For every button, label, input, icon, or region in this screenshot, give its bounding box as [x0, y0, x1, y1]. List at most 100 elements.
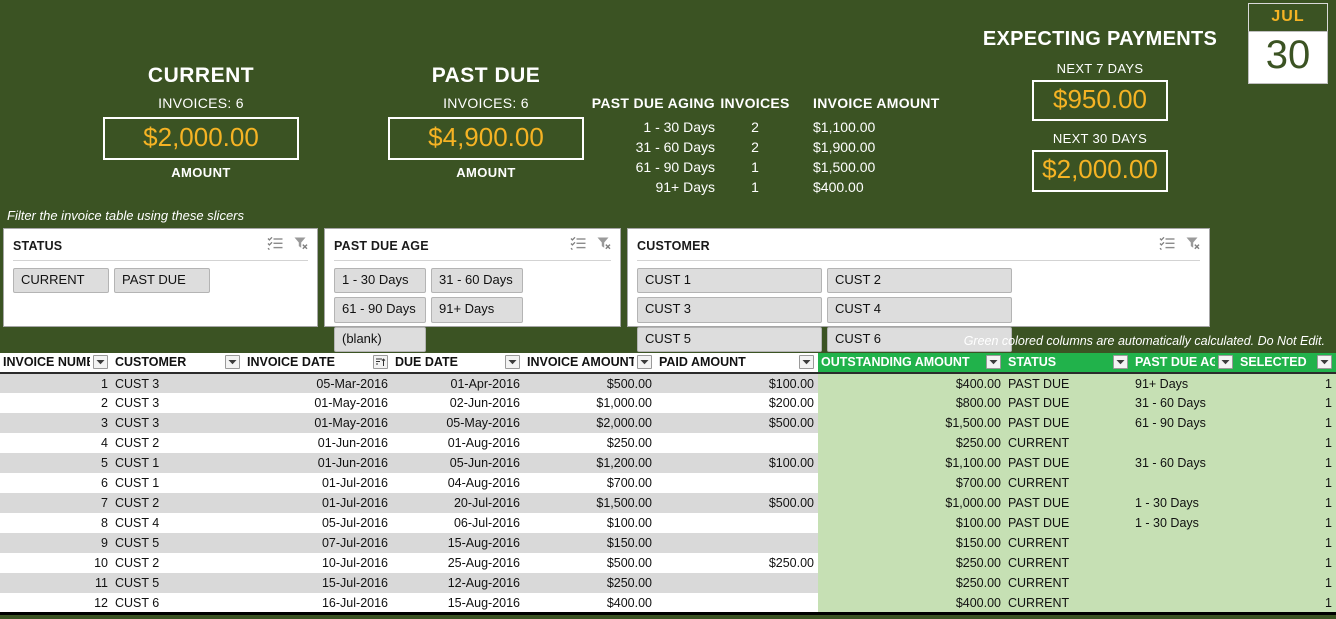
cell-selected[interactable]: 1: [1237, 493, 1336, 513]
cell-outstanding_amount[interactable]: $1,000.00: [818, 493, 1005, 513]
filter-dropdown-icon[interactable]: [1113, 355, 1128, 369]
cell-selected[interactable]: 1: [1237, 573, 1336, 593]
cell-outstanding_amount[interactable]: $150.00: [818, 533, 1005, 553]
cell-paid_amount[interactable]: [656, 513, 818, 533]
cell-invoice_date[interactable]: 07-Jul-2016: [244, 533, 392, 553]
cell-customer[interactable]: CUST 3: [112, 373, 244, 393]
cell-outstanding_amount[interactable]: $250.00: [818, 433, 1005, 453]
slicer-item-past_due_age[interactable]: 1 - 30 Days: [334, 268, 426, 293]
filter-dropdown-icon[interactable]: [986, 355, 1001, 369]
table-row[interactable]: 6CUST 101-Jul-201604-Aug-2016$700.00$700…: [0, 473, 1336, 493]
cell-status[interactable]: PAST DUE: [1005, 393, 1132, 413]
cell-invoice_amount[interactable]: $1,200.00: [524, 453, 656, 473]
table-row[interactable]: 9CUST 507-Jul-201615-Aug-2016$150.00$150…: [0, 533, 1336, 553]
cell-due_date[interactable]: 02-Jun-2016: [392, 393, 524, 413]
cell-outstanding_amount[interactable]: $250.00: [818, 573, 1005, 593]
filter-dropdown-icon[interactable]: [93, 355, 108, 369]
cell-past_due_age[interactable]: 61 - 90 Days: [1132, 413, 1237, 433]
cell-selected[interactable]: 1: [1237, 453, 1336, 473]
cell-past_due_age[interactable]: [1132, 433, 1237, 453]
table-row[interactable]: 11CUST 515-Jul-201612-Aug-2016$250.00$25…: [0, 573, 1336, 593]
cell-outstanding_amount[interactable]: $1,100.00: [818, 453, 1005, 473]
cell-selected[interactable]: 1: [1237, 533, 1336, 553]
cell-due_date[interactable]: 05-May-2016: [392, 413, 524, 433]
cell-invoice_number[interactable]: 2: [0, 393, 112, 413]
cell-invoice_number[interactable]: 11: [0, 573, 112, 593]
cell-due_date[interactable]: 20-Jul-2016: [392, 493, 524, 513]
slicer-item-customer[interactable]: CUST 5: [637, 327, 822, 352]
cell-invoice_number[interactable]: 10: [0, 553, 112, 573]
multi-select-icon[interactable]: [267, 236, 283, 255]
cell-status[interactable]: PAST DUE: [1005, 493, 1132, 513]
slicer-item-customer[interactable]: CUST 3: [637, 297, 822, 322]
cell-selected[interactable]: 1: [1237, 553, 1336, 573]
slicer-item-status[interactable]: PAST DUE: [114, 268, 210, 293]
table-row[interactable]: 2CUST 301-May-201602-Jun-2016$1,000.00$2…: [0, 393, 1336, 413]
cell-invoice_date[interactable]: 01-May-2016: [244, 413, 392, 433]
clear-filter-icon[interactable]: [293, 236, 309, 255]
sort-ascending-filter-icon[interactable]: [373, 355, 388, 369]
cell-customer[interactable]: CUST 2: [112, 493, 244, 513]
cell-invoice_amount[interactable]: $1,000.00: [524, 393, 656, 413]
cell-due_date[interactable]: 05-Jun-2016: [392, 453, 524, 473]
filter-dropdown-icon[interactable]: [1218, 355, 1233, 369]
cell-invoice_number[interactable]: 7: [0, 493, 112, 513]
table-row[interactable]: 7CUST 201-Jul-201620-Jul-2016$1,500.00$5…: [0, 493, 1336, 513]
slicer-item-past_due_age[interactable]: 91+ Days: [431, 297, 523, 322]
cell-paid_amount[interactable]: [656, 473, 818, 493]
cell-past_due_age[interactable]: [1132, 533, 1237, 553]
cell-status[interactable]: CURRENT: [1005, 533, 1132, 553]
cell-customer[interactable]: CUST 2: [112, 553, 244, 573]
clear-filter-icon[interactable]: [1185, 236, 1201, 255]
cell-due_date[interactable]: 12-Aug-2016: [392, 573, 524, 593]
cell-selected[interactable]: 1: [1237, 433, 1336, 453]
cell-past_due_age[interactable]: 1 - 30 Days: [1132, 513, 1237, 533]
cell-due_date[interactable]: 06-Jul-2016: [392, 513, 524, 533]
cell-paid_amount[interactable]: [656, 593, 818, 613]
cell-invoice_number[interactable]: 12: [0, 593, 112, 613]
slicer-item-past_due_age[interactable]: 31 - 60 Days: [431, 268, 523, 293]
multi-select-icon[interactable]: [1159, 236, 1175, 255]
filter-dropdown-icon[interactable]: [637, 355, 652, 369]
cell-customer[interactable]: CUST 3: [112, 393, 244, 413]
cell-status[interactable]: PAST DUE: [1005, 413, 1132, 433]
cell-invoice_date[interactable]: 16-Jul-2016: [244, 593, 392, 613]
cell-invoice_date[interactable]: 01-May-2016: [244, 393, 392, 413]
cell-due_date[interactable]: 01-Aug-2016: [392, 433, 524, 453]
cell-customer[interactable]: CUST 5: [112, 533, 244, 553]
cell-invoice_date[interactable]: 01-Jun-2016: [244, 453, 392, 473]
cell-selected[interactable]: 1: [1237, 413, 1336, 433]
cell-customer[interactable]: CUST 6: [112, 593, 244, 613]
filter-dropdown-icon[interactable]: [799, 355, 814, 369]
cell-status[interactable]: CURRENT: [1005, 593, 1132, 613]
cell-paid_amount[interactable]: $500.00: [656, 413, 818, 433]
table-row[interactable]: 3CUST 301-May-201605-May-2016$2,000.00$5…: [0, 413, 1336, 433]
filter-dropdown-icon[interactable]: [505, 355, 520, 369]
cell-due_date[interactable]: 25-Aug-2016: [392, 553, 524, 573]
cell-paid_amount[interactable]: $100.00: [656, 453, 818, 473]
cell-invoice_amount[interactable]: $500.00: [524, 553, 656, 573]
cell-paid_amount[interactable]: [656, 433, 818, 453]
table-row[interactable]: 5CUST 101-Jun-201605-Jun-2016$1,200.00$1…: [0, 453, 1336, 473]
cell-paid_amount[interactable]: $500.00: [656, 493, 818, 513]
cell-invoice_amount[interactable]: $500.00: [524, 373, 656, 393]
multi-select-icon[interactable]: [570, 236, 586, 255]
slicer-item-status[interactable]: CURRENT: [13, 268, 109, 293]
cell-past_due_age[interactable]: [1132, 593, 1237, 613]
cell-customer[interactable]: CUST 4: [112, 513, 244, 533]
cell-invoice_date[interactable]: 01-Jul-2016: [244, 493, 392, 513]
slicer-item-customer[interactable]: CUST 4: [827, 297, 1012, 322]
slicer-item-past_due_age[interactable]: (blank): [334, 327, 426, 352]
slicer-item-customer[interactable]: CUST 2: [827, 268, 1012, 293]
cell-status[interactable]: CURRENT: [1005, 553, 1132, 573]
cell-selected[interactable]: 1: [1237, 473, 1336, 493]
cell-invoice_number[interactable]: 8: [0, 513, 112, 533]
cell-invoice_date[interactable]: 01-Jul-2016: [244, 473, 392, 493]
cell-customer[interactable]: CUST 3: [112, 413, 244, 433]
table-row[interactable]: 1CUST 305-Mar-201601-Apr-2016$500.00$100…: [0, 373, 1336, 393]
cell-invoice_date[interactable]: 01-Jun-2016: [244, 433, 392, 453]
cell-selected[interactable]: 1: [1237, 593, 1336, 613]
cell-due_date[interactable]: 04-Aug-2016: [392, 473, 524, 493]
table-row[interactable]: 12CUST 616-Jul-201615-Aug-2016$400.00$40…: [0, 593, 1336, 613]
cell-paid_amount[interactable]: $250.00: [656, 553, 818, 573]
